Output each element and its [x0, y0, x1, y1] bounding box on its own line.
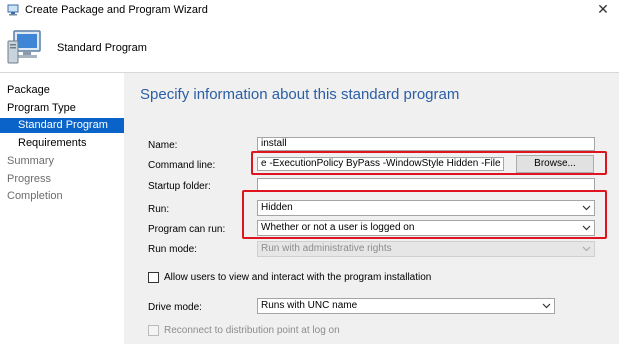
nav-item-program-type[interactable]: Program Type: [7, 102, 76, 114]
nav-item-requirements[interactable]: Requirements: [18, 137, 86, 149]
allow-interact-checkbox[interactable]: [148, 272, 159, 283]
nav-item-label: Standard Program: [18, 119, 108, 131]
allow-interact-label: Allow users to view and interact with th…: [164, 272, 432, 283]
close-icon[interactable]: ✕: [593, 0, 613, 20]
run-mode-label: Run mode:: [148, 244, 197, 255]
nav-item-completion: Completion: [7, 190, 63, 202]
run-mode-select: Run with administrative rights: [257, 241, 595, 257]
wizard-nav: Package Program Type Standard Program Re…: [0, 73, 124, 344]
page-title: Standard Program: [57, 42, 147, 54]
package-wizard-icon: [7, 4, 19, 16]
name-field[interactable]: install: [257, 137, 595, 151]
wizard-header: Standard Program: [0, 22, 619, 73]
command-line-label: Command line:: [148, 160, 216, 171]
reconnect-checkbox: [148, 325, 159, 336]
highlight-command-line: [251, 151, 607, 175]
program-can-run-label: Program can run:: [148, 224, 226, 235]
computer-icon: [7, 30, 41, 64]
name-label: Name:: [148, 140, 178, 151]
drive-mode-select[interactable]: Runs with UNC name: [257, 298, 555, 314]
nav-item-summary: Summary: [7, 155, 55, 167]
drive-mode-label: Drive mode:: [148, 302, 202, 313]
nav-item-standard-program[interactable]: Standard Program: [0, 118, 124, 133]
chevron-down-icon: [542, 303, 551, 309]
window-title: Create Package and Program Wizard: [25, 4, 208, 16]
nav-item-package[interactable]: Package: [7, 84, 50, 96]
highlight-run-options: [242, 190, 607, 239]
run-label: Run:: [148, 204, 170, 215]
drive-mode-value: Runs with UNC name: [261, 300, 358, 311]
run-mode-value: Run with administrative rights: [261, 243, 392, 254]
section-heading: Specify information about this standard …: [140, 86, 460, 103]
startup-folder-label: Startup folder:: [148, 181, 211, 192]
nav-item-progress: Progress: [7, 173, 52, 185]
chevron-down-icon: [582, 246, 591, 252]
title-bar: Create Package and Program Wizard ✕: [0, 0, 619, 22]
reconnect-label: Reconnect to distribution point at log o…: [164, 325, 340, 336]
